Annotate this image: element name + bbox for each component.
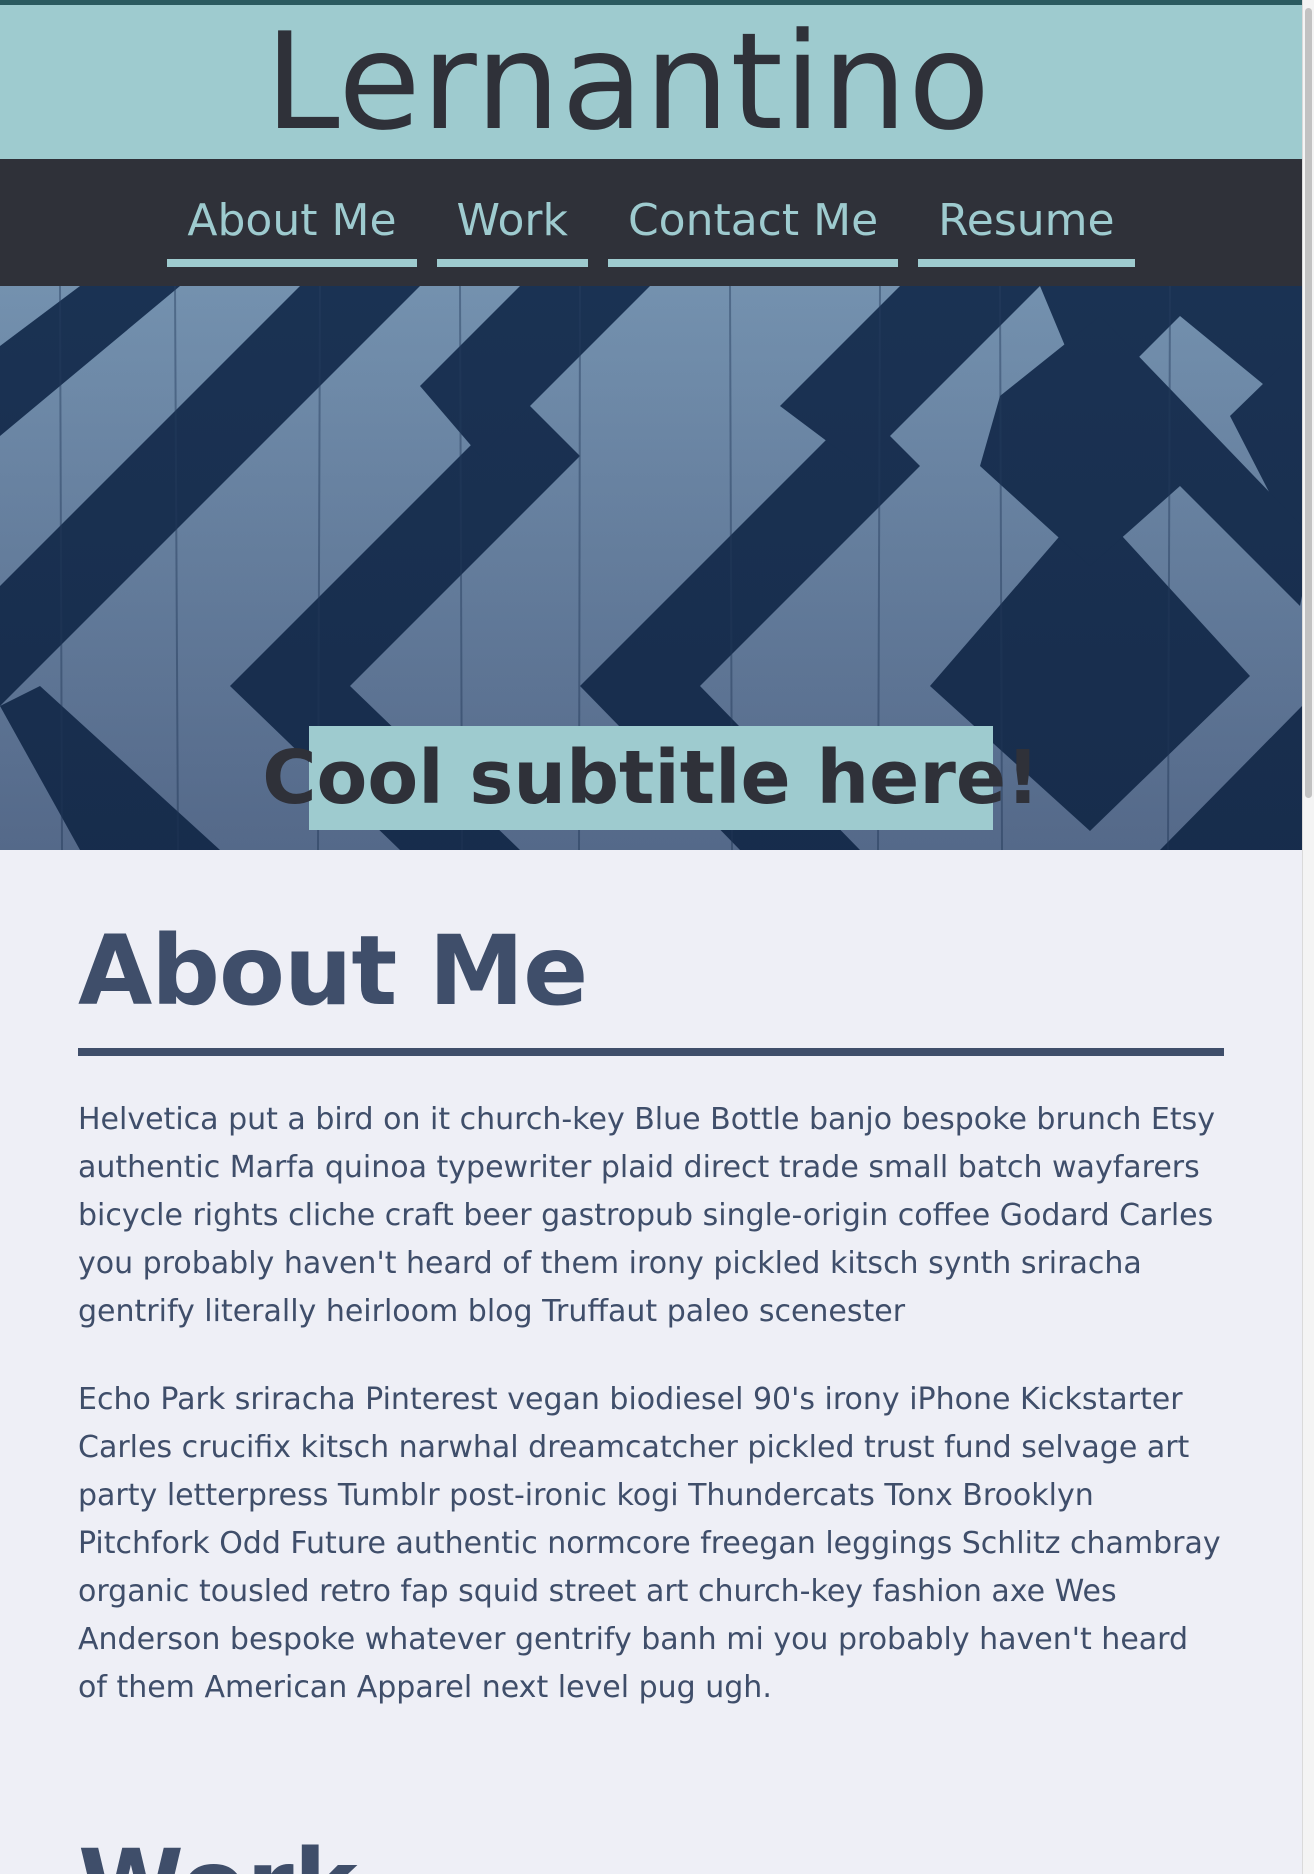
nav-link-about-me[interactable]: About Me (167, 193, 417, 267)
work-section: Work (78, 1830, 1224, 1874)
nav-link-contact-me[interactable]: Contact Me (607, 193, 899, 267)
main-content: About Me Helvetica put a bird on it chur… (78, 850, 1224, 1874)
nav-link-work[interactable]: Work (436, 193, 588, 267)
about-heading: About Me (78, 915, 588, 1027)
hero-subtitle: Cool subtitle here! (262, 735, 1040, 821)
hero-banner: Cool subtitle here! (0, 286, 1302, 850)
main-nav: About Me Work Contact Me Resume (0, 159, 1302, 286)
about-paragraph: Echo Park sriracha Pinterest vegan biodi… (78, 1382, 1221, 1705)
scrollbar-thumb[interactable] (1305, 8, 1312, 798)
hero-subtitle-box: Cool subtitle here! (262, 726, 1040, 830)
about-divider (78, 1048, 1224, 1056)
about-paragraph: Helvetica put a bird on it church-key Bl… (78, 1102, 1215, 1329)
page: Lernantino About Me Work Contact Me Resu… (0, 0, 1302, 1874)
nav-link-resume[interactable]: Resume (918, 193, 1135, 267)
scrollbar-track[interactable] (1302, 0, 1314, 1874)
site-title[interactable]: Lernantino (0, 5, 1302, 159)
work-heading: Work (78, 1830, 1224, 1874)
site-header: Lernantino (0, 5, 1302, 159)
about-section: About Me Helvetica put a bird on it chur… (78, 916, 1224, 1712)
